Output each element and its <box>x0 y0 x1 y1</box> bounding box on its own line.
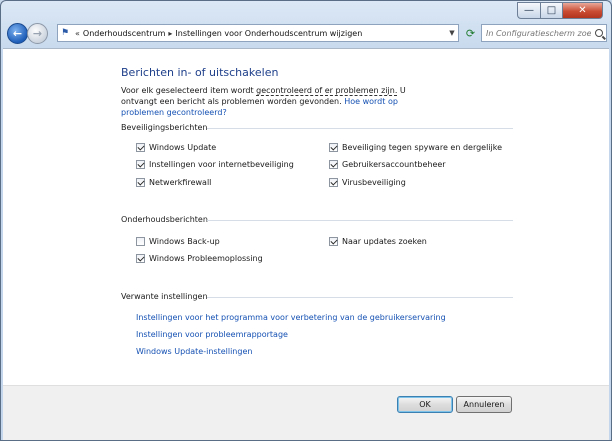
checkbox-box[interactable] <box>329 143 338 152</box>
address-bar[interactable]: ⚑ « Onderhoudscentrum ▸ Instellingen voo… <box>57 24 459 42</box>
checkbox-troubleshooting[interactable]: Windows Probleemoplossing <box>136 254 263 263</box>
checkbox-label: Virusbeveiliging <box>342 178 406 187</box>
checkbox-check-for-updates[interactable]: Naar updates zoeken <box>329 237 427 246</box>
search-icon[interactable] <box>595 29 603 37</box>
link-problem-reporting[interactable]: Instellingen voor probleemrapportage <box>136 330 288 339</box>
minimize-button[interactable]: — <box>517 2 541 19</box>
ok-button[interactable]: OK <box>397 396 453 413</box>
close-button[interactable]: ✕ <box>563 2 603 19</box>
address-overflow-chevron[interactable]: « <box>75 29 80 38</box>
forward-arrow-icon: → <box>32 27 43 40</box>
checkbox-label: Gebruikersaccountbeheer <box>342 160 446 169</box>
refresh-icon[interactable]: ⟳ <box>462 24 479 42</box>
page-title: Berichten in- of uitschakelen <box>121 66 279 79</box>
intro-dashed-term[interactable]: gecontroleerd of er problemen zijn. <box>256 86 398 96</box>
checkbox-box[interactable] <box>136 143 145 152</box>
security-divider <box>207 128 513 129</box>
security-heading: Beveiligingsberichten <box>121 123 208 132</box>
navigation-bar: ← → ⚑ « Onderhoudscentrum ▸ Instellingen… <box>7 23 607 45</box>
checkbox-box[interactable] <box>329 178 338 187</box>
checkbox-box[interactable] <box>136 254 145 263</box>
intro-text: Voor elk geselecteerd item wordt gecontr… <box>121 85 421 118</box>
checkbox-box[interactable] <box>136 160 145 169</box>
checkbox-label: Windows Probleemoplossing <box>149 254 263 263</box>
caption-buttons: — □ ✕ <box>517 2 603 19</box>
checkbox-spyware-protection[interactable]: Beveiliging tegen spyware en dergelijke <box>329 143 502 152</box>
breadcrumb-current-page[interactable]: Instellingen voor Onderhoudscentrum wijz… <box>175 29 362 38</box>
checkbox-windows-update[interactable]: Windows Update <box>136 143 216 152</box>
checkbox-windows-backup[interactable]: Windows Back-up <box>136 237 220 246</box>
checkbox-label: Netwerkfirewall <box>149 178 212 187</box>
cancel-button[interactable]: Annuleren <box>456 396 512 413</box>
forward-button[interactable]: → <box>27 23 48 44</box>
search-box[interactable] <box>481 24 607 42</box>
checkbox-virus-protection[interactable]: Virusbeveiliging <box>329 178 406 187</box>
checkbox-box[interactable] <box>136 237 145 246</box>
intro-text-part1: Voor elk geselecteerd item wordt <box>121 86 257 95</box>
checkbox-label: Windows Update <box>149 143 217 152</box>
related-divider <box>207 297 513 298</box>
maintenance-heading: Onderhoudsberichten <box>121 215 208 224</box>
maintenance-divider <box>207 220 513 221</box>
checkbox-label: Naar updates zoeken <box>342 237 427 246</box>
link-customer-experience[interactable]: Instellingen voor het programma voor ver… <box>136 313 446 322</box>
address-dropdown-icon[interactable]: ▼ <box>446 29 458 37</box>
checkbox-box[interactable] <box>136 178 145 187</box>
main-content: Berichten in- of uitschakelen Voor elk g… <box>3 48 609 385</box>
checkbox-label: Instellingen voor internetbeveiliging <box>149 160 294 169</box>
checkbox-label: Beveiliging tegen spyware en dergelijke <box>342 143 503 152</box>
control-panel-flag-icon: ⚑ <box>60 28 70 38</box>
checkbox-network-firewall[interactable]: Netwerkfirewall <box>136 178 211 187</box>
window: — □ ✕ ← → ⚑ « Onderhoudscentrum ▸ Instel… <box>0 0 612 441</box>
checkbox-box[interactable] <box>329 237 338 246</box>
checkbox-internet-security[interactable]: Instellingen voor internetbeveiliging <box>136 160 294 169</box>
checkbox-box[interactable] <box>329 160 338 169</box>
maximize-button[interactable]: □ <box>541 2 563 19</box>
back-button[interactable]: ← <box>7 23 28 44</box>
checkbox-user-account-control[interactable]: Gebruikersaccountbeheer <box>329 160 446 169</box>
breadcrumb-onderhoudscentrum[interactable]: Onderhoudscentrum <box>83 29 165 38</box>
link-windows-update-settings[interactable]: Windows Update-instellingen <box>136 347 252 356</box>
search-input[interactable] <box>486 28 591 38</box>
related-heading: Verwante instellingen <box>121 292 208 301</box>
checkbox-label: Windows Back-up <box>149 237 220 246</box>
button-bar: OK Annuleren <box>3 385 609 440</box>
back-arrow-icon: ← <box>12 27 23 40</box>
breadcrumb-separator-icon[interactable]: ▸ <box>168 29 172 38</box>
